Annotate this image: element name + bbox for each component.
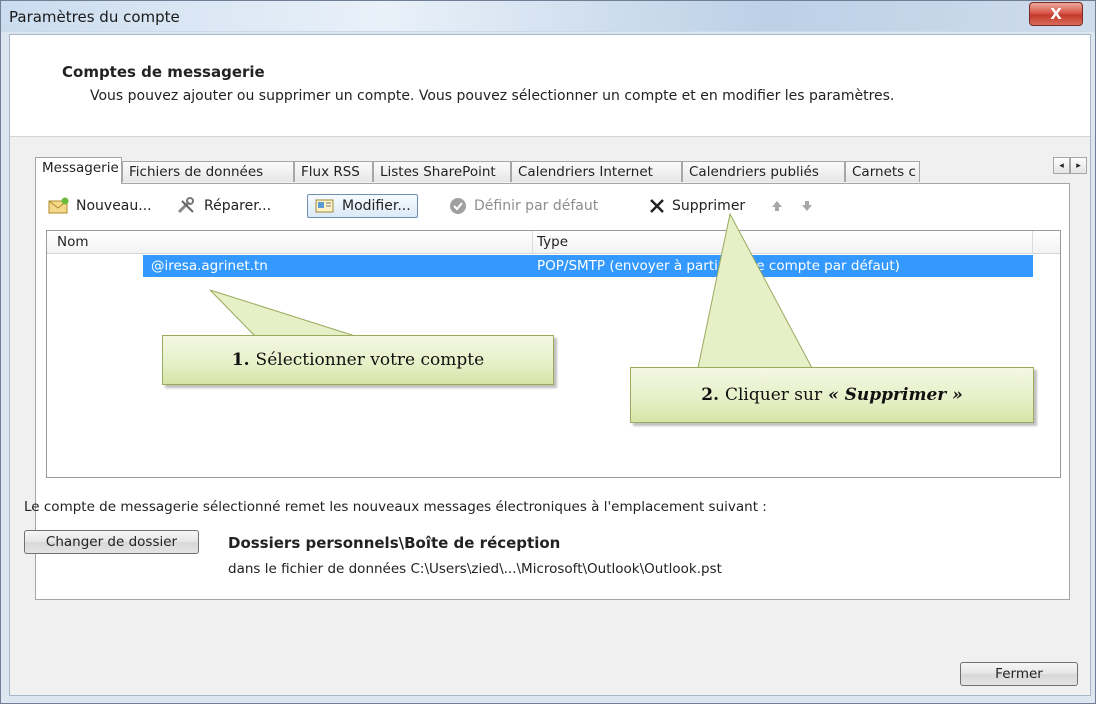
delivery-folder-path: dans le fichier de données C:\Users\zied… xyxy=(228,561,722,577)
callout-step-1: 1. Sélectionner votre compte xyxy=(162,335,554,385)
account-toolbar: Nouveau... Réparer... Modifier... Défini… xyxy=(36,184,1069,222)
tab-carnets[interactable]: Carnets c xyxy=(845,161,920,182)
window-title: Paramètres du compte xyxy=(9,8,180,26)
set-default-button[interactable]: Définir par défaut xyxy=(448,194,598,218)
repair-account-button[interactable]: Réparer... xyxy=(176,194,271,218)
delete-account-button[interactable]: Supprimer xyxy=(648,194,745,218)
dialog-header: Comptes de messagerie Vous pouvez ajoute… xyxy=(10,35,1090,137)
delivery-folder-title: Dossiers personnels\Boîte de réception xyxy=(228,534,561,552)
account-list-header: Nom Type xyxy=(47,231,1060,254)
callout-1-number: 1. xyxy=(231,350,250,370)
account-row[interactable]: @iresa.agrinet.tn POP/SMTP (envoyer à pa… xyxy=(47,255,1033,277)
tools-icon xyxy=(177,197,194,214)
tab-scroll-right-button[interactable]: ▸ xyxy=(1070,157,1087,174)
header-subtitle: Vous pouvez ajouter ou supprimer un comp… xyxy=(90,88,895,104)
tab-messagerie[interactable]: Messagerie xyxy=(35,157,122,184)
change-folder-button[interactable]: Changer de dossier xyxy=(24,530,199,554)
callout-1-text: Sélectionner votre compte xyxy=(255,350,485,370)
delivery-info-text: Le compte de messagerie sélectionné reme… xyxy=(24,499,767,515)
modify-account-button[interactable]: Modifier... xyxy=(307,194,418,218)
modify-card-icon xyxy=(315,199,334,213)
new-account-button[interactable]: Nouveau... xyxy=(48,194,152,218)
new-mail-icon xyxy=(48,197,69,214)
callout-2-emphasis: « Supprimer » xyxy=(828,385,963,405)
tab-flux-rss[interactable]: Flux RSS xyxy=(294,161,373,182)
window-close-button[interactable]: X xyxy=(1029,2,1083,26)
tab-scroll-left-button[interactable]: ◂ xyxy=(1053,157,1070,174)
modify-account-label: Modifier... xyxy=(342,198,411,214)
new-account-label: Nouveau... xyxy=(76,198,152,214)
delete-account-label: Supprimer xyxy=(672,198,746,214)
column-divider[interactable] xyxy=(1032,231,1033,253)
callout-2-number: 2. xyxy=(701,385,719,405)
callout-2-text: Cliquer sur xyxy=(724,385,823,405)
tab-calendriers-internet[interactable]: Calendriers Internet xyxy=(511,161,682,182)
account-row-type: POP/SMTP (envoyer à partir de ce compte … xyxy=(535,255,1033,277)
tab-calendriers-publies[interactable]: Calendriers publiés xyxy=(682,161,845,182)
column-header-name[interactable]: Nom xyxy=(57,234,89,250)
arrow-down-icon xyxy=(802,201,812,211)
callout-step-2: 2. Cliquer sur « Supprimer » xyxy=(630,367,1034,423)
header-title: Comptes de messagerie xyxy=(62,63,265,81)
column-header-type[interactable]: Type xyxy=(537,234,568,250)
repair-account-label: Réparer... xyxy=(204,198,272,214)
column-divider[interactable] xyxy=(532,231,533,253)
tab-listes-sharepoint[interactable]: Listes SharePoint xyxy=(373,161,511,182)
set-default-label: Définir par défaut xyxy=(474,198,599,214)
move-down-button[interactable] xyxy=(800,194,814,218)
account-row-name: @iresa.agrinet.tn xyxy=(143,255,535,277)
move-up-button[interactable] xyxy=(770,194,784,218)
tab-fichiers-de-donnees[interactable]: Fichiers de données xyxy=(122,161,294,182)
check-circle-icon xyxy=(450,198,466,214)
close-dialog-button[interactable]: Fermer xyxy=(960,662,1078,686)
title-bar: Paramètres du compte X xyxy=(1,1,1095,31)
arrow-up-icon xyxy=(772,201,782,211)
delete-x-icon xyxy=(650,199,664,213)
